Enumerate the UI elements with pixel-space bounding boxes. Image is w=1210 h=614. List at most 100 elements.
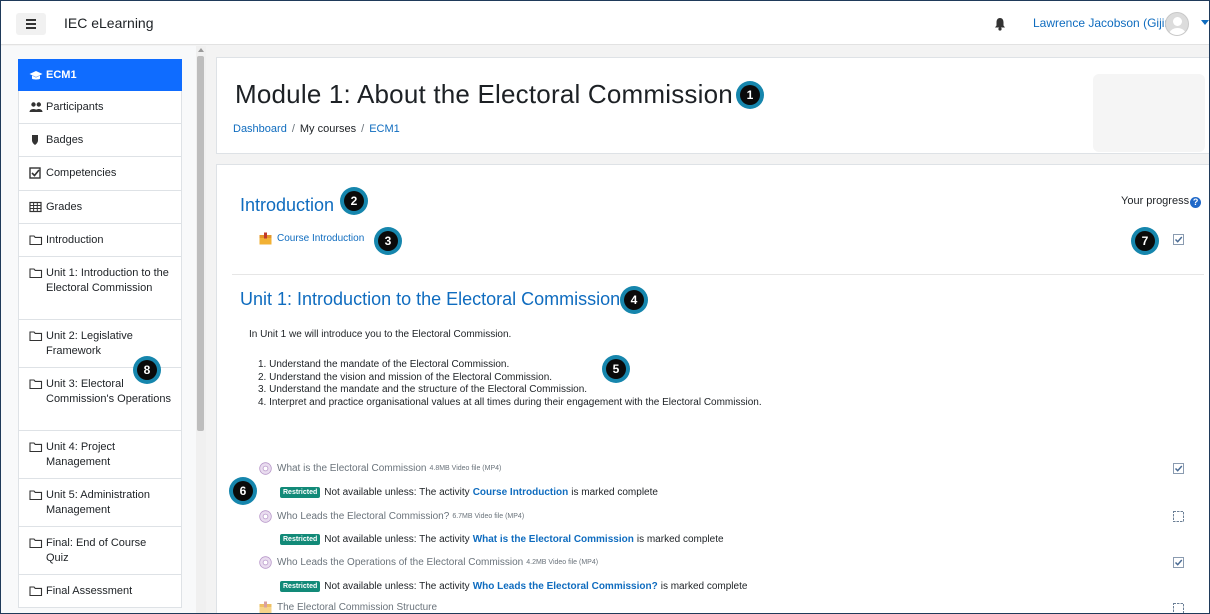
- restriction-activity-link[interactable]: What is the Electoral Commission: [473, 534, 634, 545]
- table-icon: [29, 201, 42, 213]
- sidebar-item-label: Final: End of Course Quiz: [46, 537, 147, 564]
- sidebar-item-final-assessment[interactable]: Final Assessment: [18, 575, 182, 608]
- callout-marker-6: 6: [229, 477, 257, 505]
- bell-icon[interactable]: [994, 17, 1006, 31]
- course-image: [1093, 74, 1205, 152]
- breadcrumb-my-courses: My courses: [299, 123, 357, 135]
- sidebar-item-unit-4[interactable]: Unit 4: Project Management: [18, 431, 182, 479]
- sidebar-item-label: Final Assessment: [46, 585, 133, 597]
- restriction-text: Not available unless: The activity: [324, 581, 470, 592]
- sidebar-item-competencies[interactable]: Competencies: [18, 157, 182, 191]
- breadcrumb-ecm1[interactable]: ECM1: [369, 123, 400, 135]
- top-navbar: IEC eLearning Lawrence Jacobson (Gijima): [1, 1, 1209, 45]
- restriction-text: is marked complete: [636, 534, 724, 545]
- callout-marker-3: 3: [374, 227, 402, 255]
- list-item: Understand the mandate of the Electoral …: [258, 359, 762, 372]
- sidebar-item-label: Grades: [46, 201, 83, 213]
- activity-who-leads-the-electoral-commission[interactable]: Who Leads the Electoral Commission? 6.7MB…: [259, 510, 524, 523]
- sidebar-item-label: ECM1: [46, 68, 77, 81]
- list-item: Interpret and practice organisational va…: [258, 397, 761, 410]
- restriction-text: Not available unless: The activity: [324, 487, 470, 498]
- marker-number: 7: [1135, 231, 1155, 251]
- activity-label: What is the Electoral Commission: [277, 463, 427, 474]
- user-menu-name[interactable]: Lawrence Jacobson (Gijima): [1033, 16, 1185, 30]
- sidebar-item-label: Unit 1: Introduction to the Electoral Co…: [46, 267, 169, 294]
- marker-number: 2: [344, 191, 364, 211]
- list-item: Understand the vision and mission of the…: [258, 372, 762, 385]
- folder-icon: [29, 490, 43, 501]
- restricted-badge: Restricted: [280, 534, 321, 545]
- restriction-notice: Restricted Not available unless: The act…: [280, 534, 724, 545]
- activity-who-leads-the-operations[interactable]: Who Leads the Operations of the Electora…: [259, 556, 598, 569]
- sidebar-item-introduction[interactable]: Introduction: [18, 224, 182, 257]
- callout-marker-2: 2: [340, 187, 368, 215]
- section-title-unit-1[interactable]: Unit 1: Introduction to the Electoral Co…: [240, 289, 620, 310]
- sidebar-item-label: Badges: [46, 134, 84, 146]
- completion-checked-icon[interactable]: [1173, 463, 1184, 474]
- activity-what-is-the-electoral-commission[interactable]: What is the Electoral Commission 4.8MB Vi…: [259, 462, 501, 475]
- package-icon: [259, 601, 272, 613]
- folder-icon: [29, 268, 43, 279]
- activity-label: Course Introduction: [277, 233, 365, 244]
- marker-number: 3: [378, 231, 398, 251]
- folder-icon: [29, 379, 43, 390]
- course-nav-list: ECM1 Participants Badges Competencies Gr…: [18, 59, 182, 608]
- activity-course-introduction[interactable]: Course Introduction: [259, 232, 364, 245]
- help-icon[interactable]: ?: [1190, 197, 1202, 208]
- activity-electoral-commission-structure[interactable]: The Electoral Commission Structure: [259, 601, 438, 613]
- site-name[interactable]: IEC eLearning: [64, 15, 154, 31]
- video-icon: [259, 462, 272, 475]
- section-summary: In Unit 1 we will introduce you to the E…: [249, 329, 512, 340]
- sidebar-item-final-quiz[interactable]: Final: End of Course Quiz: [18, 527, 182, 575]
- file-size: 4.2MB Video file (MP4): [526, 559, 599, 566]
- objectives-list: Understand the mandate of the Electoral …: [258, 359, 762, 410]
- sidebar-item-unit-5[interactable]: Unit 5: Administration Management: [18, 479, 182, 527]
- chevron-down-icon[interactable]: [1201, 20, 1209, 25]
- app-window: IEC eLearning Lawrence Jacobson (Gijima)…: [0, 0, 1210, 614]
- progress-label-text: Your progress: [1121, 195, 1190, 207]
- checkbox-icon: [29, 167, 41, 179]
- breadcrumb: Dashboard / My courses / ECM1: [233, 123, 400, 135]
- sidebar-scroll-thumb[interactable]: [197, 56, 204, 431]
- callout-marker-1: 1: [736, 81, 764, 109]
- sidebar-item-unit-1[interactable]: Unit 1: Introduction to the Electoral Co…: [18, 257, 182, 320]
- sidebar-item-participants[interactable]: Participants: [18, 91, 182, 124]
- video-icon: [259, 510, 272, 523]
- breadcrumb-dashboard[interactable]: Dashboard: [233, 123, 287, 135]
- shield-icon: [32, 135, 38, 145]
- breadcrumb-separator: /: [361, 123, 365, 135]
- progress-label: Your progress?: [1121, 195, 1202, 208]
- marker-number: 5: [606, 359, 626, 379]
- restriction-activity-link[interactable]: Who Leads the Electoral Commission?: [473, 581, 658, 592]
- marker-number: 6: [233, 481, 253, 501]
- sidebar-item-badges[interactable]: Badges: [18, 124, 182, 157]
- menu-toggle-button[interactable]: [16, 13, 46, 35]
- restriction-notice: Restricted Not available unless: The act…: [280, 581, 747, 592]
- callout-marker-5: 5: [602, 355, 630, 383]
- completion-unchecked-icon[interactable]: [1173, 603, 1184, 614]
- completion-checked-icon[interactable]: [1173, 234, 1184, 245]
- sidebar-item-label: Competencies: [46, 167, 117, 179]
- scroll-up-arrow-icon[interactable]: [198, 48, 204, 52]
- sidebar-item-label: Unit 5: Administration Management: [46, 489, 150, 516]
- restriction-activity-link[interactable]: Course Introduction: [473, 487, 569, 498]
- sidebar-item-ecm1[interactable]: ECM1: [18, 59, 182, 91]
- callout-marker-8: 8: [133, 356, 161, 384]
- section-divider: [232, 274, 1204, 275]
- activity-label: The Electoral Commission Structure: [277, 602, 438, 613]
- avatar[interactable]: [1165, 12, 1189, 36]
- sidebar-item-grades[interactable]: Grades: [18, 191, 182, 224]
- folder-icon: [29, 442, 43, 453]
- list-item: Understand the mandate and the structure…: [258, 384, 762, 397]
- video-icon: [259, 556, 272, 569]
- marker-number: 4: [624, 290, 644, 310]
- completion-checked-icon[interactable]: [1173, 557, 1184, 568]
- page-header: Module 1: About the Electoral Commission…: [216, 57, 1209, 154]
- folder-icon: [29, 586, 43, 597]
- sidebar-item-label: Unit 4: Project Management: [46, 441, 116, 468]
- restriction-notice: Restricted Not available unless: The act…: [280, 487, 658, 498]
- marker-number: 8: [137, 360, 157, 380]
- completion-unchecked-icon[interactable]: [1173, 511, 1184, 522]
- section-title-introduction[interactable]: Introduction: [240, 195, 334, 216]
- course-nav-drawer: ECM1 Participants Badges Competencies Gr…: [1, 46, 206, 613]
